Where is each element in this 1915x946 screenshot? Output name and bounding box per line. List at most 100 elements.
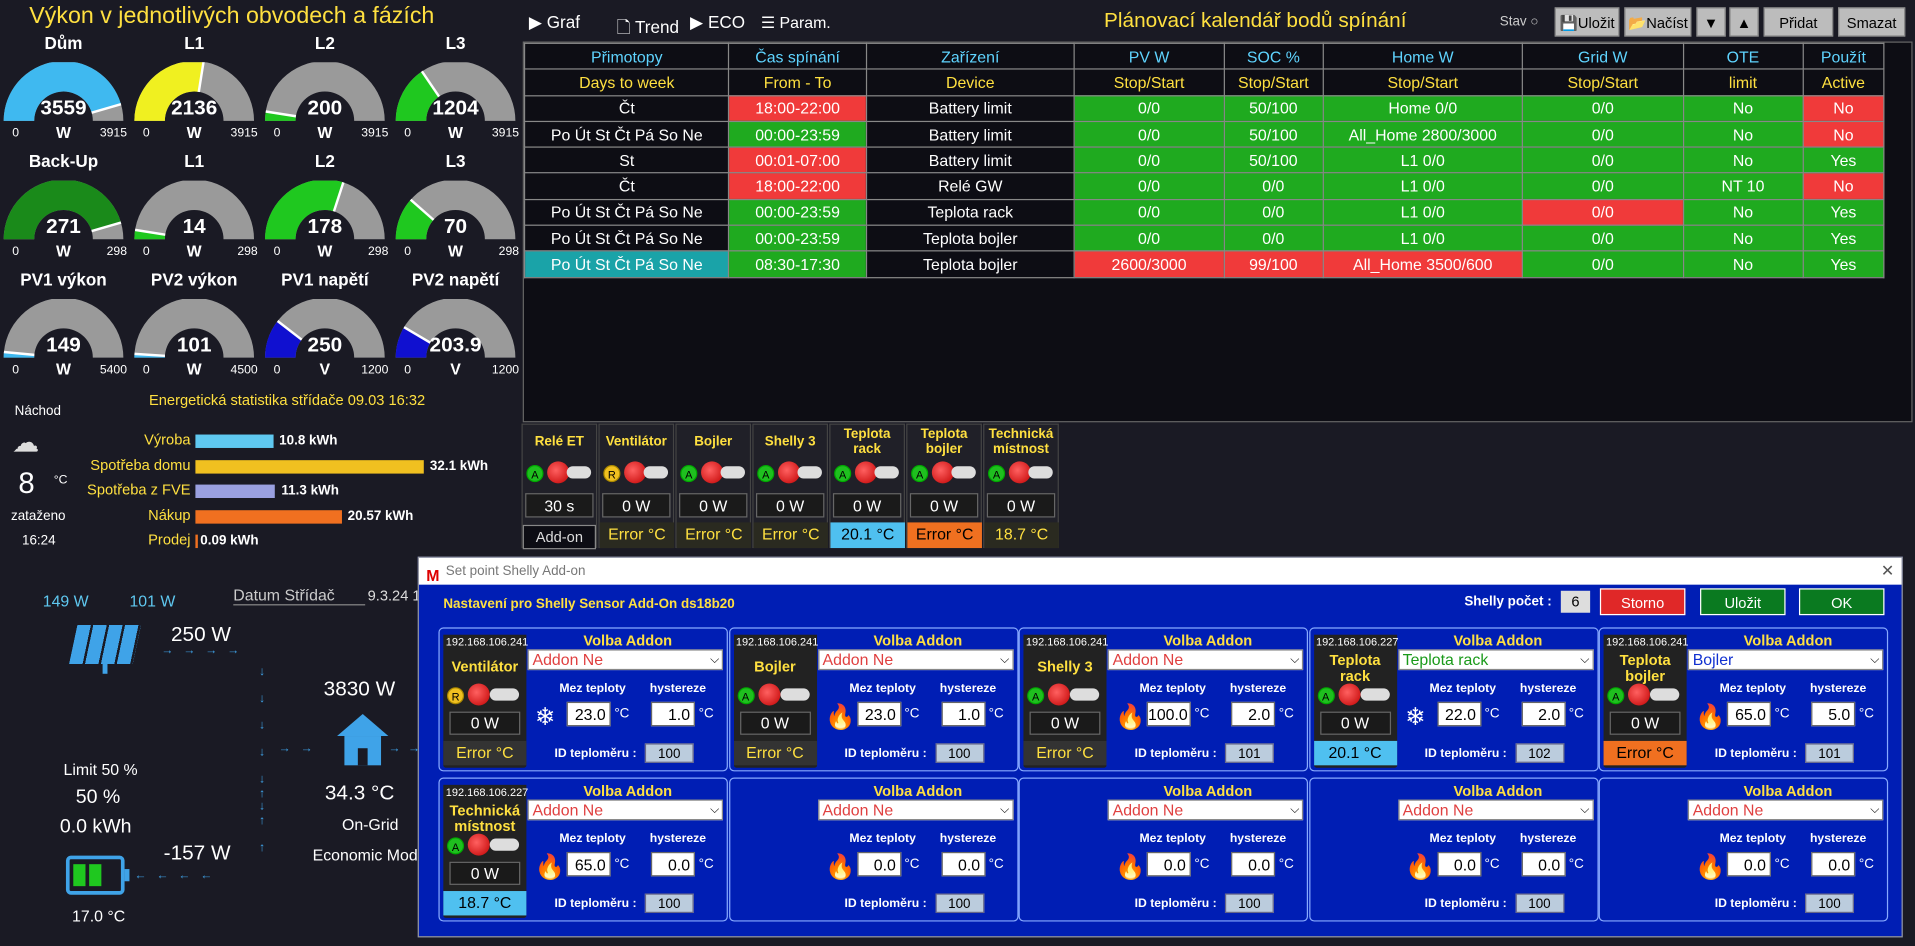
addon-select[interactable]: Addon Ne ⌵ [1107,799,1304,821]
param-button[interactable]: ☰ Param. [761,13,831,33]
save-button[interactable]: 💾Uložit [1554,7,1620,37]
addon-select[interactable]: Addon Ne ⌵ [817,649,1014,671]
graf-button[interactable]: ▶ Graf [529,12,580,33]
hyst-label: hystereze [649,832,707,846]
device-value: 0 W [1029,711,1101,735]
move-up-button[interactable]: ▲ [1729,7,1759,37]
relay-state-icon[interactable] [467,683,490,706]
addon-select[interactable]: Teplota rack ⌵ [1397,649,1594,671]
table-row[interactable]: Čt 18:00-22:00 Battery limit 0/0 50/100 Home … [523,94,1885,122]
relay-state-icon[interactable] [467,833,490,856]
pv2-power: 101 W [129,591,176,611]
trend-button[interactable]: 🗋 Trend [617,15,679,44]
hyst-input[interactable]: 1.0 [941,701,985,727]
delete-button[interactable]: Smazat [1838,7,1906,37]
toggle-switch[interactable] [951,466,976,479]
stav-text: Stav [1499,14,1527,30]
toggle-switch[interactable] [874,466,899,479]
ok-button[interactable]: OK [1798,588,1885,616]
mez-input[interactable]: 0.0 [1146,851,1191,877]
toggle-switch[interactable] [779,688,810,701]
toggle-switch[interactable] [1649,688,1680,701]
id-input[interactable]: 101 [1805,743,1854,763]
mez-input[interactable]: 0.0 [1726,851,1771,877]
load-button[interactable]: 📂Načíst [1624,7,1692,37]
version-label: 9.3.24 1 [367,587,421,605]
add-button[interactable]: Přidat [1763,7,1834,37]
move-down-button[interactable]: ▼ [1696,7,1726,37]
toggle-switch[interactable] [1359,688,1390,701]
addon-select[interactable]: Addon Ne ⌵ [1107,649,1304,671]
id-input[interactable]: 100 [934,743,984,763]
mez-input[interactable]: 23.0 [856,701,901,727]
addon-select[interactable]: Addon Ne ⌵ [1687,799,1884,821]
hyst-input[interactable]: 2.0 [1521,701,1566,727]
weather-temp-value: 8 [18,467,35,501]
addon-tab[interactable]: Add-on [522,524,596,550]
toggle-switch[interactable] [797,466,822,479]
toggle-switch[interactable] [720,466,745,479]
addon-card: 192.168.106.241 Teplota bojler A 0 W Err… [1598,627,1889,772]
addon-card: Volba Addon Addon Ne ⌵ Mez teploty hyster… [728,777,1018,922]
id-input[interactable]: 102 [1515,743,1564,763]
addon-select[interactable]: Bojler ⌵ [1687,649,1884,671]
hyst-input[interactable]: 0.0 [1231,851,1276,877]
mez-input[interactable]: 65.0 [1726,701,1771,727]
hyst-input[interactable]: 0.0 [1521,851,1566,877]
toggle-switch[interactable] [1028,466,1053,479]
id-label: ID teploměru : [1714,897,1797,911]
table-row[interactable]: St 00:01-07:00 Battery limit 0/0 50/100 L1 0/… [523,146,1885,174]
flame-icon: 🔥 [824,854,856,882]
id-input[interactable]: 100 [1515,893,1564,914]
toggle-switch[interactable] [643,466,669,479]
mez-input[interactable]: 100.0 [1146,701,1191,727]
addon-select[interactable]: Addon Ne ⌵ [1397,799,1594,821]
id-label: ID teploměru : [844,897,927,911]
toggle-switch[interactable] [489,838,520,851]
mez-input[interactable]: 22.0 [1436,701,1481,727]
relay-state-icon[interactable] [1627,683,1650,706]
table-row[interactable]: Po Út St Čt Pá So Ne 00:00-23:59 Teplota b… [523,224,1885,252]
addon-card: 192.168.106.227 Technická místnost A 0 W… [438,777,728,922]
mez-input[interactable]: 0.0 [1436,851,1481,877]
relay-state-icon[interactable] [1047,683,1070,706]
id-input[interactable]: 100 [934,893,984,914]
id-label: ID teploměru : [1714,747,1797,761]
hyst-input[interactable]: 2.0 [1231,701,1276,727]
id-input[interactable]: 100 [1805,893,1854,914]
table-row[interactable]: Po Út St Čt Pá So Ne 00:00-23:59 Teplota r… [523,198,1885,226]
hyst-input[interactable]: 5.0 [1811,701,1856,727]
relay-state-icon[interactable] [757,683,780,706]
relay-state-icon[interactable] [1337,683,1360,706]
mez-input[interactable]: 0.0 [856,851,901,877]
id-input[interactable]: 100 [644,893,694,914]
shelly-count-label: Shelly počet : [1464,594,1552,610]
addon-select[interactable]: Addon Ne ⌵ [527,799,724,821]
table-row[interactable]: Po Út St Čt Pá So Ne 08:30-17:30 Teplota b… [523,250,1885,278]
hyst-input[interactable]: 0.0 [1811,851,1856,877]
toggle-switch[interactable] [566,466,592,479]
table-cell: St [523,146,730,174]
table-row[interactable]: Po Út St Čt Pá So Ne 00:00-23:59 Battery l… [523,120,1885,148]
hyst-input[interactable]: 0.0 [941,851,985,877]
ulozit-button[interactable]: Uložit [1700,588,1786,616]
storno-button[interactable]: Storno [1599,588,1686,616]
shelly-count-input[interactable]: 6 [1560,590,1591,613]
close-icon[interactable]: ✕ [1881,558,1894,585]
id-input[interactable]: 100 [644,743,694,763]
mez-input[interactable]: 23.0 [566,701,611,727]
hyst-input[interactable]: 1.0 [650,701,695,727]
mez-input[interactable]: 65.0 [566,851,611,877]
table-row[interactable]: Čt 18:00-22:00 Relé GW 0/0 0/0 L1 0/0 0/0 NT 10… [523,172,1885,200]
gauge-value: 271 [46,214,81,239]
volba-label: Volba Addon [583,632,673,650]
id-input[interactable]: 101 [1224,743,1274,763]
hyst-input[interactable]: 0.0 [650,851,695,877]
id-input[interactable]: 100 [1224,893,1274,914]
toggle-switch[interactable] [1069,688,1100,701]
toggle-switch[interactable] [489,688,520,701]
addon-select[interactable]: Addon Ne ⌵ [817,799,1014,821]
table-cell: Battery limit [865,146,1075,174]
eco-button[interactable]: ▶ ECO [690,12,745,33]
addon-select[interactable]: Addon Ne ⌵ [527,649,724,671]
